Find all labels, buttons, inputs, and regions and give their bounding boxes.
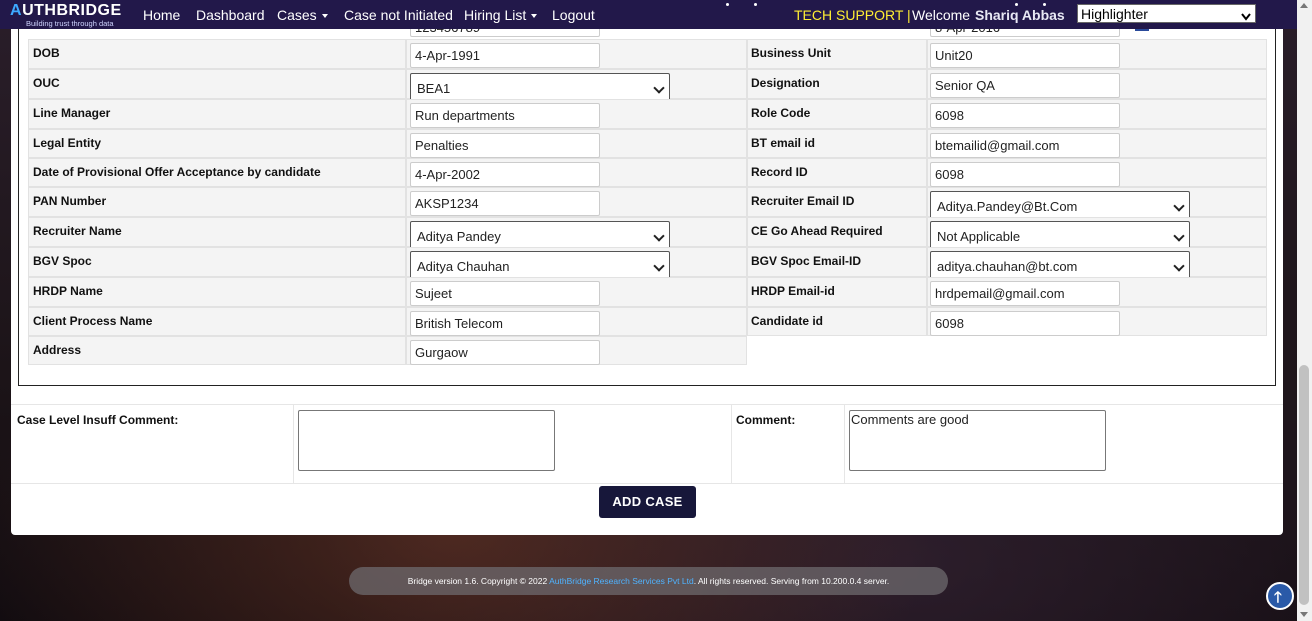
user-name: Shariq Abbas (975, 7, 1065, 23)
field-label: Candidate id (751, 314, 824, 328)
field-input[interactable]: btemailid@gmail.com (930, 133, 1120, 158)
field-input[interactable]: 4-Apr-1991 (410, 43, 600, 68)
brand-initial: A (10, 2, 23, 19)
decor-dot (726, 3, 729, 6)
field-input[interactable]: 6098 (930, 162, 1120, 187)
chevron-down-icon (1173, 200, 1185, 212)
field-label: Role Code (751, 106, 811, 120)
add-case-button[interactable]: ADD CASE (599, 486, 696, 518)
field-label: Designation (751, 76, 820, 90)
field-label: PAN Number (33, 194, 107, 208)
decor-dot (754, 3, 757, 6)
scrollbar-thumb[interactable] (1299, 365, 1309, 605)
chevron-down-icon (1173, 260, 1185, 272)
highlighter-select[interactable]: Highlighter (1077, 4, 1256, 23)
authbridge-logo[interactable]: AUTHBRIDGE Building trust through data (10, 2, 122, 28)
insuff-label-cell: Case Level Insuff Comment: (11, 405, 294, 483)
field-label: BT email id (751, 136, 816, 150)
highlighter-value: Highlighter (1081, 6, 1148, 22)
scroll-down-arrow-icon[interactable] (1300, 612, 1308, 617)
brand-rest: UTHBRIDGE (22, 2, 122, 19)
field-label: CE Go Ahead Required (751, 224, 883, 238)
form-cell-label-left (28, 336, 406, 365)
select-value: Not Applicable (937, 229, 1021, 244)
field-input[interactable]: Senior QA (930, 73, 1120, 98)
comment-label-cell: Comment: (731, 405, 845, 483)
page-scrollbar[interactable] (1297, 0, 1312, 621)
select-value: Aditya Pandey (417, 229, 501, 244)
comment-textarea[interactable]: Comments are good (849, 410, 1106, 471)
decor-dot (1043, 3, 1046, 6)
footer-copyright: Bridge version 1.6. Copyright © 2022 (407, 576, 550, 586)
field-input[interactable]: Gurgaow (410, 340, 600, 365)
field-input[interactable]: British Telecom (410, 311, 600, 336)
brand-name: AUTHBRIDGE (10, 2, 122, 20)
brand-tagline: Building trust through data (26, 19, 114, 28)
nav-cases-label: Cases (277, 7, 317, 23)
field-input[interactable]: 6098 (930, 103, 1120, 128)
nav-cases[interactable]: Cases (277, 7, 328, 23)
field-label: DOB (33, 46, 60, 60)
form-cell-label-left (28, 39, 406, 69)
form-cell-label-left (28, 69, 406, 99)
field-label: OUC (33, 76, 60, 90)
nav-logout[interactable]: Logout (552, 7, 595, 23)
chevron-down-icon (653, 230, 665, 242)
chevron-down-icon (653, 260, 665, 272)
decor-dot (1015, 3, 1018, 6)
field-label: Line Manager (33, 106, 111, 120)
field-input[interactable]: 6098 (930, 311, 1120, 336)
arrow-up-icon: 🡑 (1274, 589, 1282, 606)
field-input[interactable]: Penalties (410, 133, 600, 158)
scroll-to-top-button[interactable]: 🡑 (1266, 582, 1294, 610)
select-value: Aditya.Pandey@Bt.Com (937, 199, 1078, 214)
welcome-text: Welcome (912, 7, 971, 23)
select-value: aditya.chauhan@bt.com (937, 259, 1078, 274)
chevron-down-icon (1173, 230, 1185, 242)
insuff-input-cell (293, 405, 732, 483)
footer-bar: Bridge version 1.6. Copyright © 2022 Aut… (349, 567, 948, 595)
select-value: BEA1 (417, 81, 451, 96)
field-label: Address (33, 343, 82, 357)
scroll-up-arrow-icon[interactable] (1300, 3, 1308, 8)
field-label: Recruiter Name (33, 224, 122, 238)
nav-hiring-list-label: Hiring List (464, 7, 527, 23)
nav-case-not-initiated[interactable]: Case not Initiated (344, 7, 453, 23)
chevron-down-icon (653, 82, 665, 94)
field-input[interactable]: AKSP1234 (410, 191, 600, 216)
field-input[interactable]: Sujeet (410, 281, 600, 306)
field-label: BGV Spoc Email-ID (751, 254, 862, 268)
caret-down-icon (321, 14, 328, 19)
top-navbar: AUTHBRIDGE Building trust through data H… (0, 0, 1297, 29)
field-input[interactable]: 4-Apr-2002 (410, 162, 600, 187)
insuff-comment-textarea[interactable] (298, 410, 555, 471)
insuff-comment-label: Case Level Insuff Comment: (17, 413, 179, 427)
comment-label: Comment: (736, 413, 796, 427)
nav-home[interactable]: Home (143, 7, 180, 23)
select-value: Aditya Chauhan (417, 259, 510, 274)
field-label: BGV Spoc (33, 254, 92, 268)
chevron-down-icon (1241, 8, 1251, 24)
caret-down-icon (531, 14, 538, 19)
field-label: Date of Provisional Offer Acceptance by … (33, 165, 321, 179)
field-label: Client Process Name (33, 314, 153, 328)
footer-server-info: . All rights reserved. Serving from 10.2… (693, 576, 890, 586)
tech-support-link[interactable]: TECH SUPPORT | (794, 7, 911, 23)
field-label: Legal Entity (33, 136, 102, 150)
field-label: Record ID (751, 165, 808, 179)
field-input[interactable]: Unit20 (930, 43, 1120, 68)
field-input[interactable]: hrdpemail@gmail.com (930, 281, 1120, 306)
field-label: Business Unit (751, 46, 832, 60)
nav-dashboard[interactable]: Dashboard (196, 7, 265, 23)
field-label: HRDP Email-id (751, 284, 835, 298)
comments-section: Case Level Insuff Comment: Comment: Comm… (11, 404, 1283, 484)
field-input[interactable]: Run departments (410, 103, 600, 128)
footer-company-link[interactable]: AuthBridge Research Services Pvt Ltd (549, 576, 694, 586)
field-label: Recruiter Email ID (751, 194, 855, 208)
field-label: HRDP Name (33, 284, 103, 298)
nav-hiring-list[interactable]: Hiring List (464, 7, 538, 23)
